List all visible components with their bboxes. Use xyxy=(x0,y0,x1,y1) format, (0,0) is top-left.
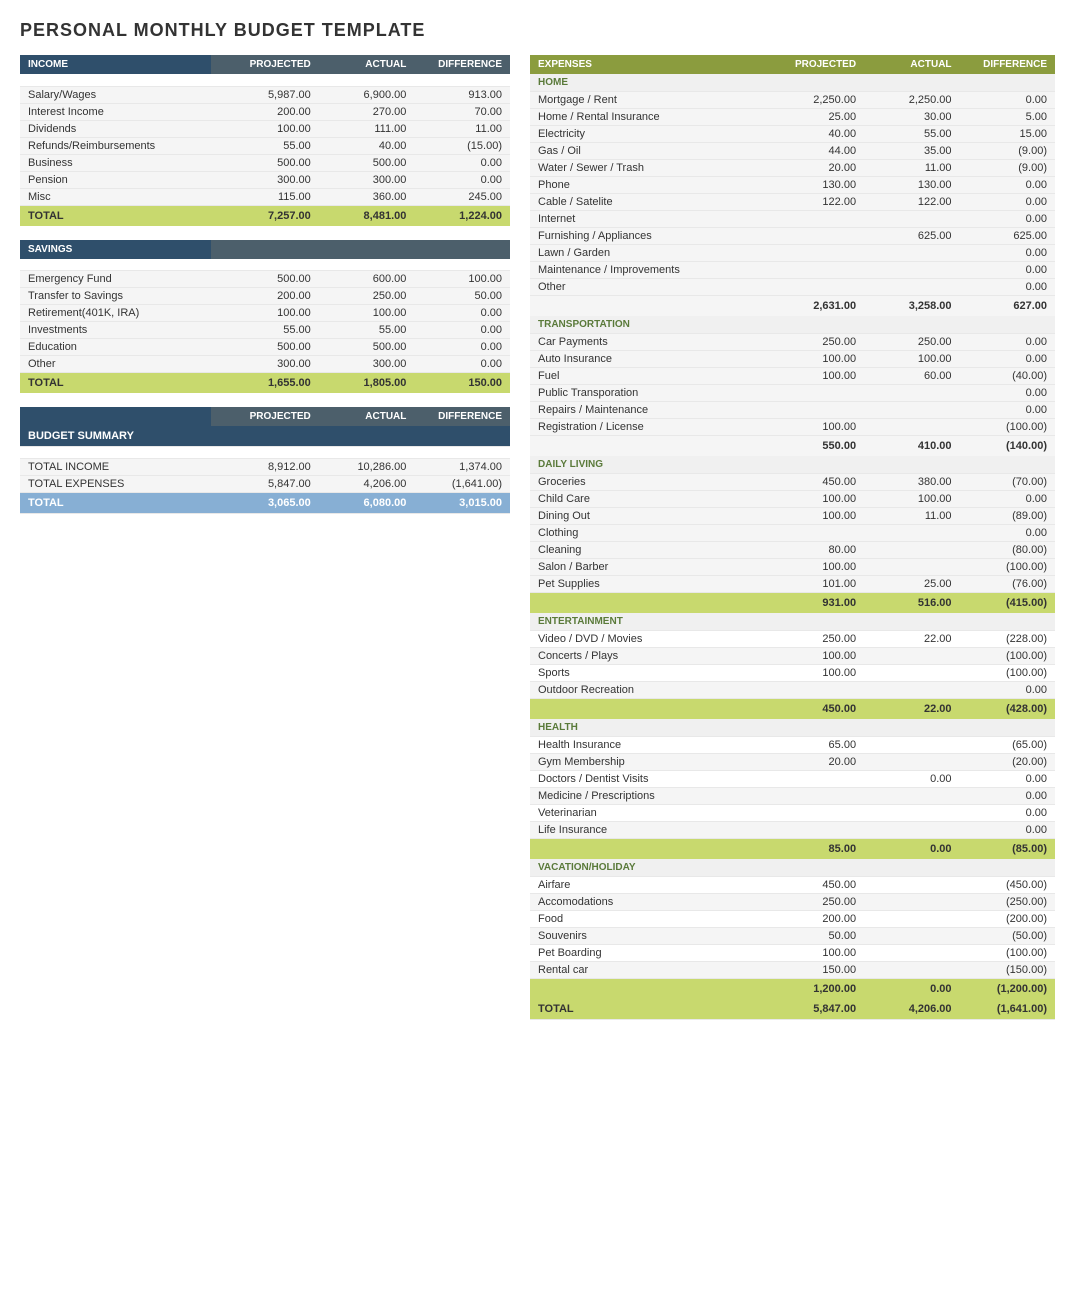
section-total-row: 2,631.003,258.00627.00 xyxy=(530,296,1055,317)
table-row: Food200.00(200.00) xyxy=(530,911,1055,928)
table-row: Gas / Oil44.0035.00(9.00) xyxy=(530,143,1055,160)
section-total-row: 931.00516.00(415.00) xyxy=(530,593,1055,614)
table-row: Airfare450.00(450.00) xyxy=(530,877,1055,894)
savings-diff-header xyxy=(414,240,510,259)
savings-actual-header xyxy=(319,240,415,259)
table-row: Public Transporation0.00 xyxy=(530,385,1055,402)
table-row: Medicine / Prescriptions0.00 xyxy=(530,788,1055,805)
table-row: Cable / Satelite122.00122.000.00 xyxy=(530,194,1055,211)
table-row: TOTAL INCOME8,912.0010,286.001,374.00 xyxy=(20,459,510,476)
table-row: Misc115.00360.00245.00 xyxy=(20,188,510,205)
table-row: Business500.00500.000.00 xyxy=(20,154,510,171)
expenses-actual-header: ACTUAL xyxy=(864,55,959,74)
table-row: Emergency Fund500.00600.00100.00 xyxy=(20,271,510,288)
table-row: Groceries450.00380.00(70.00) xyxy=(530,474,1055,491)
section-total-row: 85.000.00(85.00) xyxy=(530,839,1055,860)
table-row: Repairs / Maintenance0.00 xyxy=(530,402,1055,419)
table-row: Dividends100.00111.0011.00 xyxy=(20,120,510,137)
income-actual-header: ACTUAL xyxy=(319,55,415,74)
table-row: Doctors / Dentist Visits0.000.00 xyxy=(530,771,1055,788)
table-row: Gym Membership20.00(20.00) xyxy=(530,754,1055,771)
section-header-row: DAILY LIVING xyxy=(530,456,1055,474)
total-row: TOTAL1,655.001,805.00150.00 xyxy=(20,373,510,394)
income-header: INCOME xyxy=(20,55,211,74)
summary-diff-header: DIFFERENCE xyxy=(414,407,510,426)
section-header-row: HEALTH xyxy=(530,719,1055,737)
section-header-row: ENTERTAINMENT xyxy=(530,613,1055,631)
total-row: TOTAL7,257.008,481.001,224.00 xyxy=(20,205,510,226)
expenses-diff-header: DIFFERENCE xyxy=(960,55,1055,74)
summary-section-label: BUDGET SUMMARY xyxy=(20,426,510,447)
table-row: Outdoor Recreation0.00 xyxy=(530,682,1055,699)
table-row: Home / Rental Insurance25.0030.005.00 xyxy=(530,109,1055,126)
summary-table: PROJECTED ACTUAL DIFFERENCE BUDGET SUMMA… xyxy=(20,407,510,514)
income-diff-header: DIFFERENCE xyxy=(414,55,510,74)
table-row: Maintenance / Improvements0.00 xyxy=(530,262,1055,279)
income-table: INCOME PROJECTED ACTUAL DIFFERENCE Salar… xyxy=(20,55,510,226)
table-row: Pet Supplies101.0025.00(76.00) xyxy=(530,576,1055,593)
table-row: Other300.00300.000.00 xyxy=(20,356,510,373)
table-row: Salary/Wages5,987.006,900.00913.00 xyxy=(20,86,510,103)
table-row: Pension300.00300.000.00 xyxy=(20,171,510,188)
savings-table: SAVINGS Emergency Fund500.00600.00100.00… xyxy=(20,240,510,394)
table-row: Auto Insurance100.00100.000.00 xyxy=(530,351,1055,368)
table-row: Other0.00 xyxy=(530,279,1055,296)
section-total-row: 1,200.000.00(1,200.00) xyxy=(530,979,1055,1000)
expenses-projected-header: PROJECTED xyxy=(757,55,864,74)
table-row: Phone130.00130.000.00 xyxy=(530,177,1055,194)
table-row: Furnishing / Appliances625.00625.00 xyxy=(530,228,1055,245)
table-row: Electricity40.0055.0015.00 xyxy=(530,126,1055,143)
expenses-grand-total-row: TOTAL5,847.004,206.00(1,641.00) xyxy=(530,999,1055,1020)
table-row: TOTAL EXPENSES5,847.004,206.00(1,641.00) xyxy=(20,476,510,493)
table-row: Clothing0.00 xyxy=(530,525,1055,542)
page-title: PERSONAL MONTHLY BUDGET TEMPLATE xyxy=(20,20,1055,41)
budget-grand-total-row: TOTAL3,065.006,080.003,015.00 xyxy=(20,493,510,514)
section-header-row: TRANSPORTATION xyxy=(530,316,1055,334)
table-row: Video / DVD / Movies250.0022.00(228.00) xyxy=(530,631,1055,648)
table-row: Rental car150.00(150.00) xyxy=(530,962,1055,979)
table-row: Interest Income200.00270.0070.00 xyxy=(20,103,510,120)
table-row: Education500.00500.000.00 xyxy=(20,339,510,356)
table-row: Sports100.00(100.00) xyxy=(530,665,1055,682)
table-row: Accomodations250.00(250.00) xyxy=(530,894,1055,911)
table-row: Retirement(401K, IRA)100.00100.000.00 xyxy=(20,305,510,322)
table-row: Water / Sewer / Trash20.0011.00(9.00) xyxy=(530,160,1055,177)
table-row: Life Insurance0.00 xyxy=(530,822,1055,839)
table-row: Salon / Barber100.00(100.00) xyxy=(530,559,1055,576)
table-row: Health Insurance65.00(65.00) xyxy=(530,737,1055,754)
expenses-table: EXPENSES PROJECTED ACTUAL DIFFERENCE HOM… xyxy=(530,55,1055,1020)
table-row: Internet0.00 xyxy=(530,211,1055,228)
table-row: Child Care100.00100.000.00 xyxy=(530,491,1055,508)
table-row: Veterinarian0.00 xyxy=(530,805,1055,822)
table-row: Refunds/Reimbursements55.0040.00(15.00) xyxy=(20,137,510,154)
left-panel: INCOME PROJECTED ACTUAL DIFFERENCE Salar… xyxy=(20,55,510,528)
summary-actual-header: ACTUAL xyxy=(319,407,415,426)
summary-spacer xyxy=(20,407,211,426)
savings-projected-header xyxy=(211,240,319,259)
table-row: Dining Out100.0011.00(89.00) xyxy=(530,508,1055,525)
table-row: Souvenirs50.00(50.00) xyxy=(530,928,1055,945)
section-total-row: 550.00410.00(140.00) xyxy=(530,436,1055,457)
table-row: Investments55.0055.000.00 xyxy=(20,322,510,339)
section-header-row: HOME xyxy=(530,74,1055,92)
right-panel: EXPENSES PROJECTED ACTUAL DIFFERENCE HOM… xyxy=(530,55,1055,1034)
expenses-header: EXPENSES xyxy=(530,55,757,74)
table-row: Fuel100.0060.00(40.00) xyxy=(530,368,1055,385)
table-row: Mortgage / Rent2,250.002,250.000.00 xyxy=(530,92,1055,109)
section-header-row: VACATION/HOLIDAY xyxy=(530,859,1055,877)
table-row: Registration / License100.00(100.00) xyxy=(530,419,1055,436)
summary-projected-header: PROJECTED xyxy=(211,407,319,426)
table-row: Lawn / Garden0.00 xyxy=(530,245,1055,262)
savings-header: SAVINGS xyxy=(20,240,211,259)
table-row: Transfer to Savings200.00250.0050.00 xyxy=(20,288,510,305)
table-row: Cleaning80.00(80.00) xyxy=(530,542,1055,559)
table-row: Pet Boarding100.00(100.00) xyxy=(530,945,1055,962)
table-row: Concerts / Plays100.00(100.00) xyxy=(530,648,1055,665)
income-projected-header: PROJECTED xyxy=(211,55,319,74)
section-total-row: 450.0022.00(428.00) xyxy=(530,699,1055,720)
table-row: Car Payments250.00250.000.00 xyxy=(530,334,1055,351)
